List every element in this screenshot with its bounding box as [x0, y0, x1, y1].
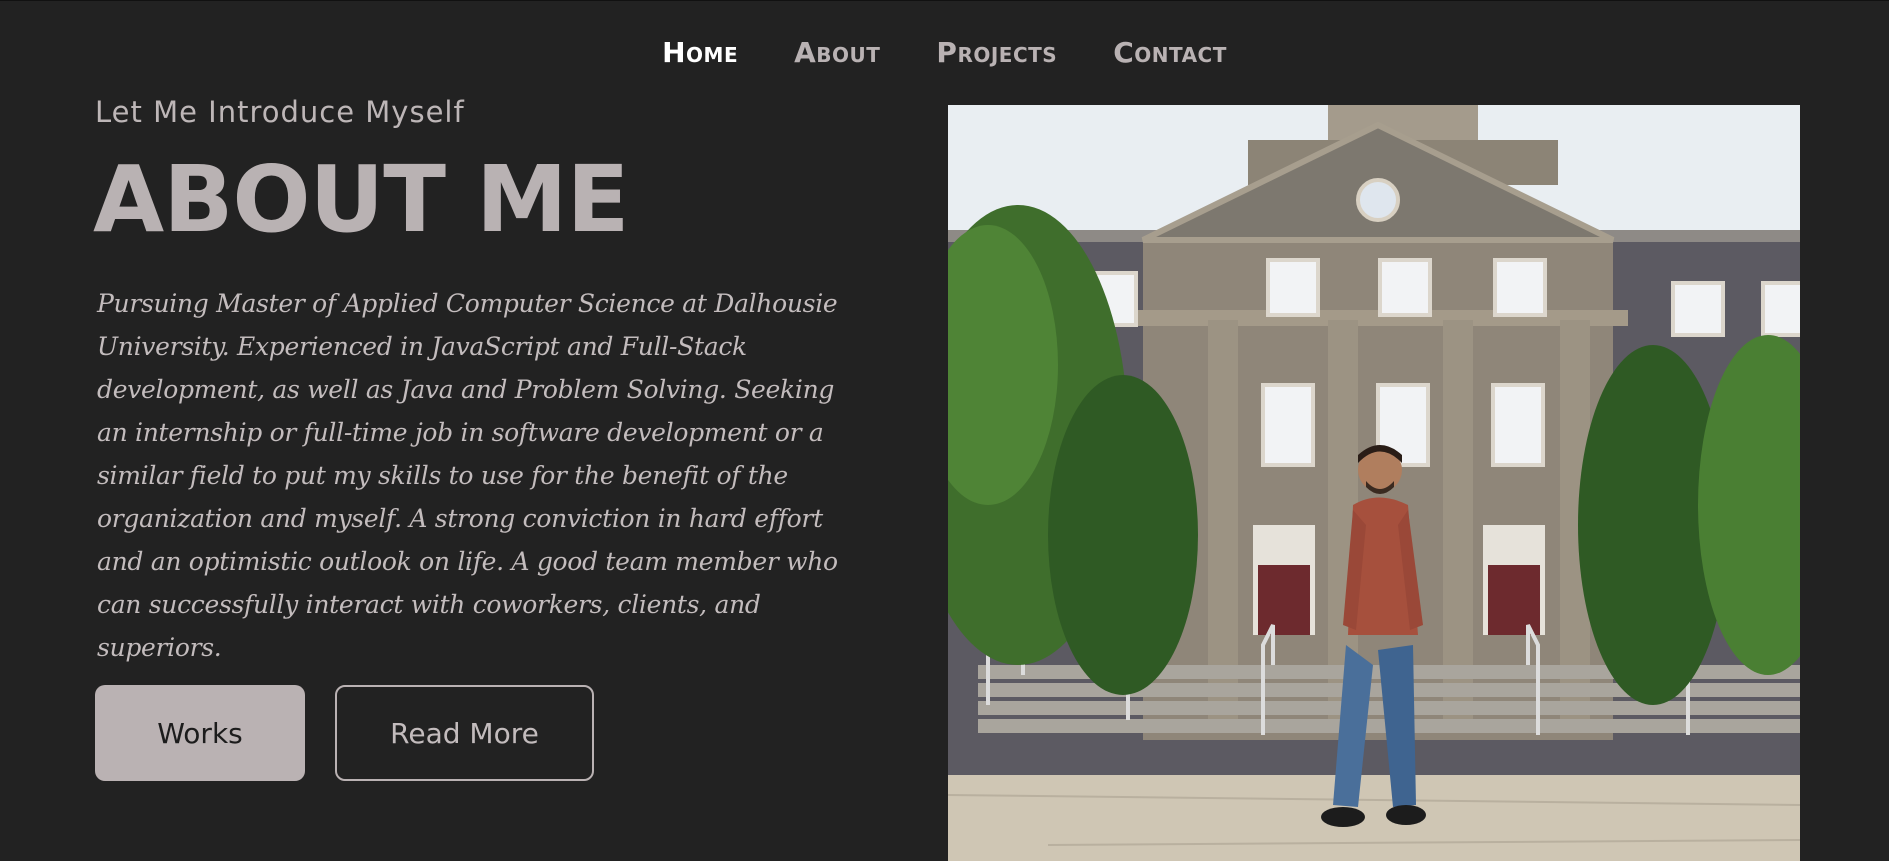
read-more-button[interactable]: Read More [335, 685, 594, 781]
profile-photo [948, 105, 1800, 861]
page-title: ABOUT ME [93, 146, 629, 253]
bio-paragraph: Pursuing Master of Applied Computer Scie… [97, 289, 838, 662]
nav-home[interactable]: Home [662, 30, 738, 76]
intro-subtitle: Let Me Introduce Myself [95, 95, 465, 129]
top-border [0, 0, 1889, 1]
works-button[interactable]: Works [95, 685, 305, 781]
nav-about[interactable]: About [794, 30, 880, 76]
nav-projects[interactable]: Projects [936, 30, 1057, 76]
main-nav: Home About Projects Contact [0, 30, 1889, 76]
nav-contact[interactable]: Contact [1113, 30, 1227, 76]
